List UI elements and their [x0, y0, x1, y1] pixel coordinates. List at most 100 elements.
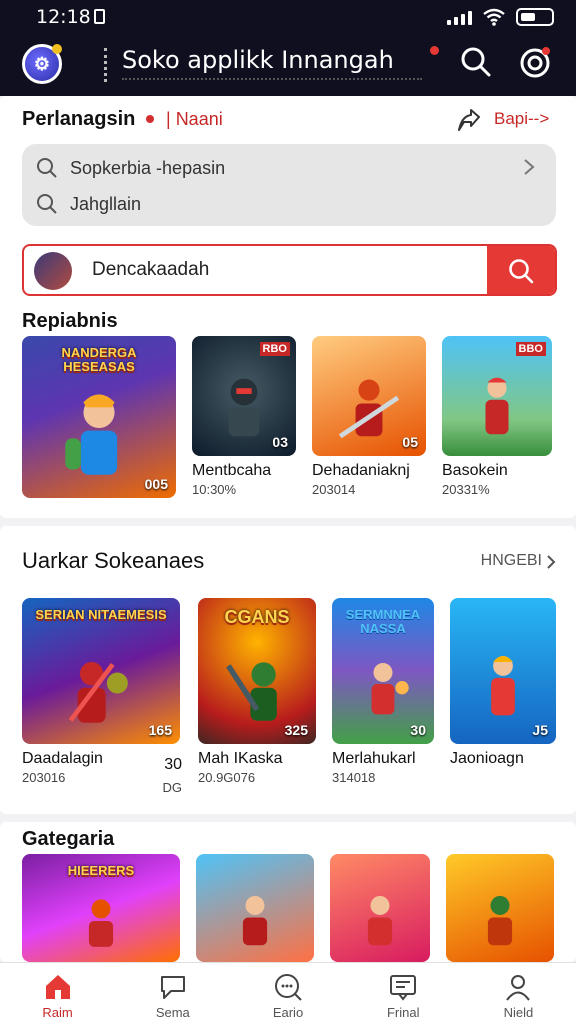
suggestion-row[interactable]: Sopkerbia -hepasin [36, 154, 225, 182]
game-meta: 314018 [332, 770, 376, 785]
profile-icon [506, 975, 531, 1001]
wifi-icon [483, 8, 505, 26]
category-banner: HIEERERS [67, 863, 135, 878]
game-banner: SERMNNEA NASSA [345, 607, 421, 636]
search-button[interactable] [487, 246, 555, 294]
game-meta: 20331% [442, 482, 490, 497]
character-art [65, 394, 118, 476]
game-badge: J5 [532, 722, 548, 738]
trending-cards: SERIAN NITAEMESIS 165 Daadalagin 203016 … [22, 598, 556, 795]
game-meta: 203014 [312, 482, 356, 497]
see-all-link[interactable]: HNGEBI [481, 552, 542, 570]
game-card[interactable]: CGANS 325 Mah IKaska 20.9G076 [198, 598, 316, 785]
nav-item-messages[interactable]: Frinal [346, 963, 461, 1024]
featured-subtitle-text: Naani [175, 109, 223, 129]
category-cards: HIEERERS [22, 854, 554, 962]
nav-item-home[interactable]: Raim [0, 963, 115, 1024]
game-card[interactable]: BBO Basokein 20331% [442, 336, 552, 498]
game-thumbnail[interactable]: NANDERGA HESEASAS 005 [22, 336, 176, 498]
character-art [371, 662, 409, 714]
header-target-icon[interactable] [518, 46, 552, 80]
character-art [88, 899, 114, 947]
game-title: Basokein [442, 462, 508, 479]
category-card[interactable] [446, 854, 554, 962]
game-banner: CGANS [224, 607, 290, 627]
search-suggestions-card[interactable]: Sopkerbia -hepasin Jahgllain [22, 144, 556, 226]
search-icon [37, 158, 57, 178]
game-thumbnail[interactable]: 05 [312, 336, 426, 456]
message-icon [390, 975, 417, 1001]
chat-icon [160, 976, 185, 999]
game-badge: 30 [410, 722, 426, 738]
game-meta: 203016 [22, 770, 66, 785]
game-card[interactable]: NANDERGA HESEASAS 005 [22, 336, 176, 498]
status-bar: 12:18 [0, 0, 576, 34]
status-time: 12:18 [36, 6, 91, 28]
chevron-right-icon[interactable] [546, 554, 556, 570]
game-banner: SERIAN NITAEMESIS [35, 607, 167, 622]
game-card[interactable]: RBO 03 Mentbcaha 10:30% [192, 336, 296, 498]
header-divider [104, 48, 108, 82]
nav-item-search[interactable]: Eario [230, 963, 345, 1024]
nav-item-chat[interactable]: Sema [115, 963, 230, 1024]
trending-section: Uarkar Sokeanaes HNGEBI SERIAN NITAEMESI… [0, 526, 576, 814]
section-title: Uarkar Sokeanaes [22, 548, 205, 573]
app-logo[interactable]: ⚙ [22, 44, 62, 84]
character-art [487, 895, 513, 946]
app-root: 12:18 ⚙ Soko applikk Innangah Perlanagsi… [0, 0, 576, 1024]
share-icon[interactable] [456, 108, 482, 134]
game-tag: RBO [259, 342, 290, 356]
game-thumbnail[interactable]: SERIAN NITAEMESIS 165 [22, 598, 180, 744]
chevron-right-icon[interactable] [522, 158, 536, 176]
suggestion-row[interactable]: Jahgllain [36, 190, 141, 218]
game-thumbnail[interactable]: SERMNNEA NASSA 30 [332, 598, 434, 744]
category-thumbnail[interactable]: HIEERERS [22, 854, 180, 962]
game-title: Daadalagin [22, 750, 103, 767]
game-title: Mah IKaska [198, 750, 283, 767]
row-title: Repiabnis [22, 310, 118, 332]
game-count: 30 [164, 756, 182, 773]
game-thumbnail[interactable]: CGANS 325 [198, 598, 316, 744]
signal-icon [447, 9, 472, 25]
category-card[interactable] [330, 854, 430, 962]
nav-item-profile[interactable]: Nield [461, 963, 576, 1024]
featured-link[interactable]: Bapi--> [494, 109, 549, 129]
nav-label: Nield [503, 1005, 534, 1020]
header-search-icon[interactable] [460, 46, 492, 78]
game-thumbnail[interactable]: BBO [442, 336, 552, 456]
game-title: Mentbcaha [192, 462, 272, 479]
category-thumbnail[interactable] [330, 854, 430, 962]
category-card[interactable]: HIEERERS [22, 854, 180, 962]
search-input[interactable]: Dencakaadah [92, 259, 209, 281]
avatar [34, 252, 72, 290]
character-art [242, 895, 268, 946]
character-art [485, 377, 509, 435]
featured-subtitle[interactable]: | Naani [166, 109, 223, 130]
search-icon [509, 259, 534, 284]
game-badge: 165 [148, 722, 172, 738]
character-art [491, 655, 515, 715]
query-search-bar[interactable]: Dencakaadah [22, 244, 557, 296]
game-badge: 325 [284, 722, 308, 738]
game-title: Jaonioagn [450, 750, 524, 767]
top-bar: 12:18 ⚙ Soko applikk Innangah [0, 0, 576, 96]
game-card[interactable]: 05 Dehadaniaknj 203014 [312, 336, 426, 498]
game-thumbnail[interactable]: J5 [450, 598, 556, 744]
search-chat-icon [275, 974, 302, 1001]
nav-label: Frinal [386, 1005, 420, 1020]
app-header: ⚙ Soko applikk Innangah [0, 34, 576, 96]
featured-title: Perlanagsin [22, 108, 136, 130]
category-card[interactable] [196, 854, 314, 962]
header-title: Soko applikk Innangah [122, 46, 394, 74]
game-title: Dehadaniaknj [312, 462, 410, 479]
game-thumbnail[interactable]: RBO 03 [192, 336, 296, 456]
category-thumbnail[interactable] [446, 854, 554, 962]
nav-label: Raim [42, 1005, 73, 1020]
game-banner: NANDERGA HESEASAS [61, 345, 137, 374]
game-card[interactable]: SERMNNEA NASSA 30 Merlahukarl 314018 [332, 598, 434, 785]
category-thumbnail[interactable] [196, 854, 314, 962]
game-card[interactable]: J5 Jaonioagn [450, 598, 556, 785]
featured-dot [146, 115, 154, 123]
home-icon [45, 975, 70, 999]
game-card[interactable]: SERIAN NITAEMESIS 165 Daadalagin 203016 … [22, 598, 182, 795]
